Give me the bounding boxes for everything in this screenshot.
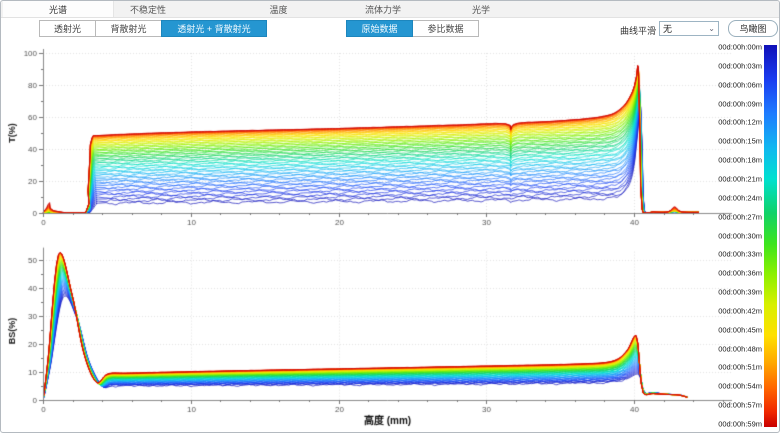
curve-smoothing-label: 曲线平滑	[620, 24, 656, 37]
legend-time-label: 00d:00h:54m	[718, 382, 762, 391]
scan-type-button-1[interactable]: 透射光	[39, 20, 96, 37]
scan-type-button-2[interactable]: 背散射光	[95, 20, 162, 37]
scan-type-button-group: 透射光背散射光透射光 + 背散射光	[39, 20, 267, 37]
app-window: 光谱不稳定性 温度流体力学光学 透射光背散射光透射光 + 背散射光 原始数据参比数…	[0, 0, 780, 433]
legend-time-label: 00d:00h:30m	[718, 231, 762, 240]
tab-3[interactable]: 温度	[231, 1, 326, 17]
tab-5[interactable]: 光学	[437, 1, 525, 17]
legend-time-label: 00d:00h:09m	[718, 99, 762, 108]
chevron-down-icon: ⌄	[708, 26, 715, 32]
toolbar: 透射光背散射光透射光 + 背散射光 原始数据参比数据 曲线平滑 无 ⌄ 鸟瞰图	[1, 18, 779, 40]
legend-time-label: 00d:00h:21m	[718, 174, 762, 183]
curve-smoothing-select[interactable]: 无 ⌄	[659, 21, 719, 36]
scan-type-button-3[interactable]: 透射光 + 背散射光	[161, 20, 267, 37]
legend-time-label: 00d:00h:15m	[718, 137, 762, 146]
legend-time-label: 00d:00h:03m	[718, 61, 762, 70]
legend-time-label: 00d:00h:24m	[718, 193, 762, 202]
data-source-button-2[interactable]: 参比数据	[412, 20, 479, 37]
legend-time-label: 00d:00h:51m	[718, 363, 762, 372]
legend-time-label: 00d:00h:27m	[718, 212, 762, 221]
tab-bar: 光谱不稳定性 温度流体力学光学	[1, 1, 779, 18]
tab-4[interactable]: 流体力学	[333, 1, 433, 17]
data-source-button-group: 原始数据参比数据	[346, 20, 479, 37]
time-legend: 00d:00h:00m00d:00h:03m00d:00h:06m00d:00h…	[729, 1, 779, 432]
legend-time-label: 00d:00h:57m	[718, 401, 762, 410]
tab-2[interactable]: 不稳定性	[113, 1, 183, 17]
charts-canvas	[1, 1, 780, 433]
legend-time-label: 00d:00h:12m	[718, 118, 762, 127]
legend-time-label: 00d:00h:00m	[718, 43, 762, 52]
legend-time-label: 00d:00h:45m	[718, 325, 762, 334]
legend-time-label: 00d:00h:48m	[718, 344, 762, 353]
curve-smoothing-value: 无	[663, 22, 708, 35]
legend-time-label: 00d:00h:33m	[718, 250, 762, 259]
tab-1[interactable]: 光谱	[3, 1, 114, 17]
legend-time-label: 00d:00h:39m	[718, 288, 762, 297]
legend-time-label: 00d:00h:59m	[718, 420, 762, 429]
legend-time-label: 00d:00h:42m	[718, 306, 762, 315]
legend-colorbar	[764, 45, 777, 427]
legend-time-label: 00d:00h:36m	[718, 269, 762, 278]
legend-time-label: 00d:00h:06m	[718, 80, 762, 89]
data-source-button-1[interactable]: 原始数据	[346, 20, 413, 37]
legend-time-label: 00d:00h:18m	[718, 156, 762, 165]
